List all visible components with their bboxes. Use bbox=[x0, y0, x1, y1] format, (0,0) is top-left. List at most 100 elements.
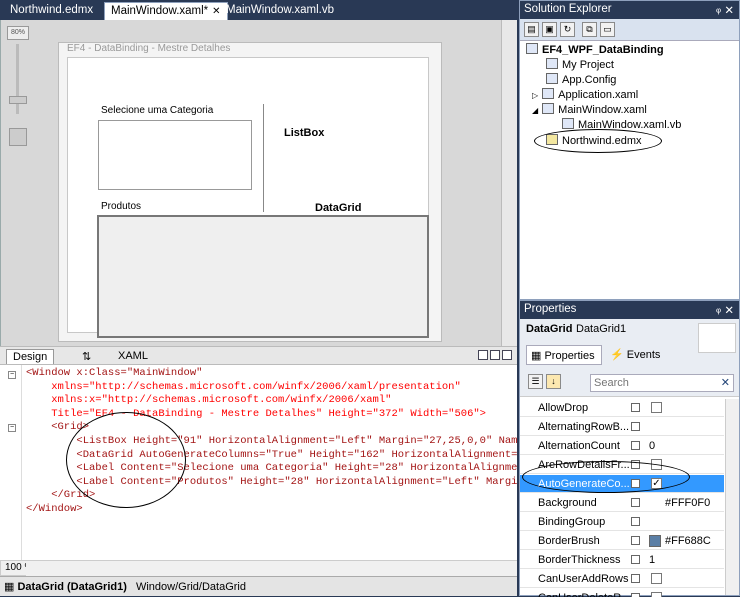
show-all-files-icon[interactable]: ▣ bbox=[542, 22, 557, 37]
property-marker-icon[interactable] bbox=[631, 574, 640, 583]
property-value[interactable]: 1 bbox=[649, 554, 655, 566]
categorized-icon[interactable]: ☰ bbox=[528, 374, 543, 389]
property-name: AlternatingRowB... bbox=[538, 421, 630, 433]
property-row[interactable]: AlternatingRowB... bbox=[520, 418, 724, 436]
property-value[interactable]: #FF688C bbox=[665, 535, 711, 547]
property-value[interactable]: #FFF0F0 bbox=[665, 497, 710, 509]
folder-icon bbox=[546, 58, 558, 69]
refresh-icon[interactable]: ↻ bbox=[560, 22, 575, 37]
tab-events[interactable]: ⚡ Events bbox=[606, 345, 666, 365]
swap-panes-button[interactable]: ⇅ bbox=[76, 349, 97, 364]
property-name: BorderBrush bbox=[538, 535, 600, 547]
view-code-icon[interactable]: ⧉ bbox=[582, 22, 597, 37]
vertical-split-icon[interactable] bbox=[490, 350, 500, 360]
datagrid[interactable] bbox=[97, 215, 429, 338]
property-value[interactable]: 0 bbox=[649, 440, 655, 452]
tab-label: Northwind.edmx bbox=[10, 4, 94, 16]
preview-thumbnail bbox=[698, 323, 736, 353]
label-categoria[interactable]: Selecione uma Categoria bbox=[101, 105, 213, 116]
property-marker-icon[interactable] bbox=[631, 593, 640, 597]
selected-name[interactable]: DataGrid1 bbox=[576, 323, 626, 335]
status-element[interactable]: DataGrid (DataGrid1) bbox=[17, 581, 126, 593]
item-label: MainWindow.xaml bbox=[558, 104, 647, 116]
tab-label: MainWindow.xaml.vb bbox=[226, 4, 335, 16]
code-line[interactable]: <Window x:Class="MainWindow" bbox=[26, 367, 517, 381]
tab-properties[interactable]: ▦ Properties bbox=[526, 345, 602, 365]
search-box[interactable]: ✕ bbox=[590, 374, 734, 392]
wpf-designer[interactable]: 80% EF4 - DataBinding - Mestre Detalhes … bbox=[0, 20, 517, 346]
highlight-ellipse bbox=[66, 412, 186, 508]
property-row[interactable]: BorderBrush #FF688C bbox=[520, 532, 724, 550]
property-marker-icon[interactable] bbox=[631, 555, 640, 564]
view-designer-icon[interactable]: ▭ bbox=[600, 22, 615, 37]
status-path[interactable]: Window/Grid/DataGrid bbox=[136, 581, 246, 593]
property-marker-icon[interactable] bbox=[631, 441, 640, 450]
property-row[interactable]: BorderThickness 1 bbox=[520, 551, 724, 569]
tree-item-mainwindow-xaml[interactable]: ◢ MainWindow.xaml bbox=[532, 103, 647, 118]
annotation-datagrid: DataGrid bbox=[315, 202, 362, 214]
alphabetical-icon[interactable]: ↓ bbox=[546, 374, 561, 389]
property-marker-icon[interactable] bbox=[631, 498, 640, 507]
clear-search-icon[interactable]: ✕ bbox=[721, 376, 730, 389]
property-row[interactable]: Background #FFF0F0 bbox=[520, 494, 724, 512]
vb-file-icon bbox=[562, 118, 574, 129]
property-name: BindingGroup bbox=[538, 516, 606, 528]
tab-mainwindow-xaml-vb[interactable]: MainWindow.xaml.vb bbox=[220, 2, 340, 20]
property-scrollbar[interactable] bbox=[725, 399, 739, 595]
property-row[interactable]: AllowDrop bbox=[520, 399, 724, 417]
property-row[interactable]: CanUserAddRows bbox=[520, 570, 724, 588]
solution-toolbar: ▤ ▣ ↻ ⧉ ▭ bbox=[520, 19, 739, 41]
tab-northwind-edmx[interactable]: Northwind.edmx bbox=[4, 2, 99, 20]
editor-gutter: − − bbox=[0, 365, 22, 560]
tab-mainwindow-xaml[interactable]: MainWindow.xaml* ✕ bbox=[104, 2, 228, 20]
fit-icon[interactable] bbox=[9, 128, 27, 146]
close-icon[interactable]: ✕ bbox=[724, 303, 734, 317]
tab-label: Properties bbox=[544, 350, 595, 362]
tree-item-my-project[interactable]: My Project bbox=[546, 58, 614, 73]
pin-icon[interactable]: ᵩ bbox=[716, 303, 721, 315]
tree-item-application-xaml[interactable]: ▷ Application.xaml bbox=[532, 88, 638, 103]
tab-label: Events bbox=[626, 349, 661, 361]
pin-icon[interactable]: ᵩ bbox=[716, 3, 721, 15]
document-tabs: Northwind.edmx MainWindow.xaml* ✕ MainWin… bbox=[0, 0, 517, 20]
tab-design[interactable]: Design bbox=[6, 349, 55, 364]
horizontal-split-icon[interactable] bbox=[478, 350, 488, 360]
label-produtos[interactable]: Produtos bbox=[101, 201, 141, 212]
properties-icon[interactable]: ▤ bbox=[524, 22, 539, 37]
collapse-icon[interactable]: ◢ bbox=[532, 106, 538, 115]
property-marker-icon[interactable] bbox=[631, 536, 640, 545]
collapse-icon[interactable]: − bbox=[8, 371, 16, 379]
properties-icon: ▦ bbox=[531, 350, 545, 362]
grid-surface[interactable]: Selecione uma Categoria ListBox Produtos… bbox=[67, 57, 429, 338]
zoom-slider[interactable]: 80% bbox=[7, 26, 31, 166]
code-line[interactable]: xmlns="http://schemas.microsoft.com/winf… bbox=[26, 381, 517, 395]
item-label: App.Config bbox=[562, 74, 617, 86]
search-input[interactable] bbox=[591, 375, 715, 391]
property-checkbox[interactable] bbox=[651, 573, 662, 584]
tab-xaml[interactable]: XAML bbox=[112, 349, 154, 364]
tree-item-app-config[interactable]: App.Config bbox=[546, 73, 616, 88]
property-checkbox[interactable] bbox=[651, 592, 662, 597]
property-name: AlternationCount bbox=[538, 440, 620, 452]
window-preview[interactable]: EF4 - DataBinding - Mestre Detalhes Sele… bbox=[58, 42, 442, 342]
property-marker-icon[interactable] bbox=[631, 517, 640, 526]
collapse-pane-icon[interactable] bbox=[502, 350, 512, 360]
code-line[interactable]: </Window> bbox=[26, 503, 517, 517]
project-icon bbox=[526, 43, 538, 54]
property-marker-icon[interactable] bbox=[631, 403, 640, 412]
code-line[interactable]: xmlns:x="http://schemas.microsoft.com/wi… bbox=[26, 394, 517, 408]
property-marker-icon[interactable] bbox=[631, 422, 640, 431]
horizontal-scrollbar[interactable] bbox=[26, 560, 517, 576]
property-row[interactable]: AlternationCount 0 bbox=[520, 437, 724, 455]
property-checkbox[interactable] bbox=[651, 402, 662, 413]
collapse-icon[interactable]: − bbox=[8, 424, 16, 432]
zoom-thumb[interactable] bbox=[9, 96, 27, 104]
property-row[interactable]: BindingGroup bbox=[520, 513, 724, 531]
tab-label: MainWindow.xaml* bbox=[111, 5, 209, 17]
expand-icon[interactable]: ▷ bbox=[532, 91, 538, 100]
property-name: BorderThickness bbox=[538, 554, 621, 566]
close-icon[interactable]: ✕ bbox=[724, 3, 734, 17]
tree-project[interactable]: EF4_WPF_DataBinding bbox=[526, 43, 664, 58]
listbox[interactable] bbox=[98, 120, 252, 190]
vertical-scrollbar[interactable] bbox=[501, 20, 517, 346]
